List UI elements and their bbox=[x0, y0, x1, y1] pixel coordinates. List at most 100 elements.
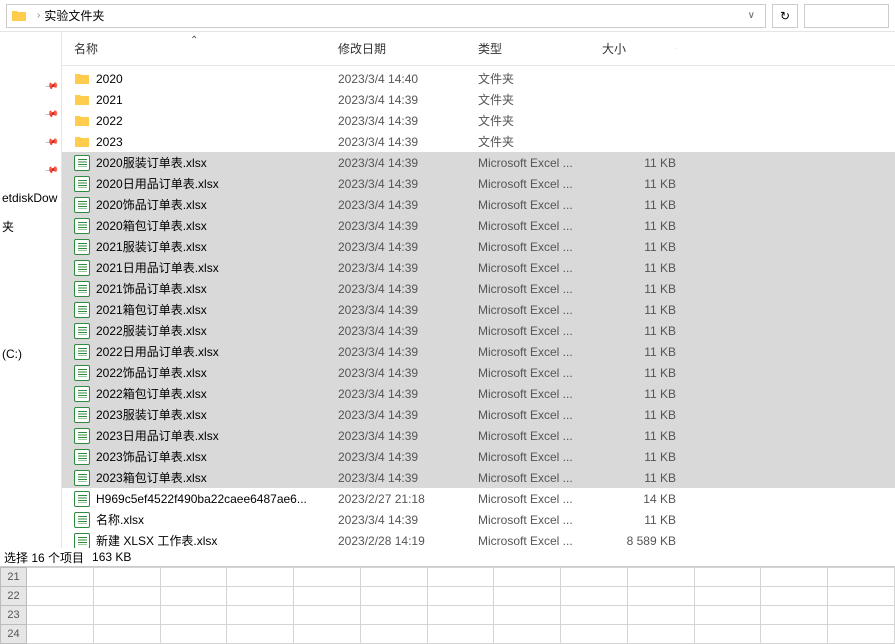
sheet-cell[interactable] bbox=[561, 587, 628, 606]
sheet-cell[interactable] bbox=[694, 587, 761, 606]
breadcrumb-folder[interactable]: 实验文件夹 bbox=[44, 7, 104, 24]
sheet-cell[interactable] bbox=[160, 606, 227, 625]
table-row[interactable]: 20222023/3/4 14:39文件夹 bbox=[62, 110, 895, 131]
sheet-cell[interactable] bbox=[27, 587, 94, 606]
sheet-cell[interactable] bbox=[694, 568, 761, 587]
table-row[interactable]: 2023箱包订单表.xlsx2023/3/4 14:39Microsoft Ex… bbox=[62, 467, 895, 488]
table-row[interactable]: 2021饰品订单表.xlsx2023/3/4 14:39Microsoft Ex… bbox=[62, 278, 895, 299]
sheet-cell[interactable] bbox=[627, 587, 694, 606]
sidebar-item[interactable]: 📌 bbox=[0, 128, 61, 156]
address-dropdown-icon[interactable]: ∨ bbox=[742, 10, 761, 21]
table-row[interactable]: 新建 XLSX 工作表.xlsx2023/2/28 14:19Microsoft… bbox=[62, 530, 895, 550]
sheet-cell[interactable] bbox=[160, 587, 227, 606]
sheet-cell[interactable] bbox=[27, 606, 94, 625]
sheet-cell[interactable] bbox=[360, 587, 427, 606]
table-row[interactable]: 2022饰品订单表.xlsx2023/3/4 14:39Microsoft Ex… bbox=[62, 362, 895, 383]
sheet-cell[interactable] bbox=[294, 568, 361, 587]
sheet-cell[interactable] bbox=[160, 625, 227, 644]
table-row[interactable]: 名称.xlsx2023/3/4 14:39Microsoft Excel ...… bbox=[62, 509, 895, 530]
sheet-cell[interactable] bbox=[360, 606, 427, 625]
table-row[interactable]: 2020服装订单表.xlsx2023/3/4 14:39Microsoft Ex… bbox=[62, 152, 895, 173]
table-row[interactable]: H969c5ef4522f490ba22caee6487ae6...2023/2… bbox=[62, 488, 895, 509]
table-row[interactable]: 20202023/3/4 14:40文件夹 bbox=[62, 68, 895, 89]
sidebar-item[interactable]: etdiskDow bbox=[0, 184, 61, 212]
sheet-cell[interactable] bbox=[160, 568, 227, 587]
sidebar-drive[interactable]: (C:) bbox=[0, 340, 61, 368]
sheet-cell[interactable] bbox=[93, 625, 160, 644]
column-date[interactable]: 修改日期 bbox=[338, 40, 478, 57]
sheet-cell[interactable] bbox=[427, 568, 494, 587]
table-row[interactable]: 2022箱包订单表.xlsx2023/3/4 14:39Microsoft Ex… bbox=[62, 383, 895, 404]
sheet-cell[interactable] bbox=[694, 625, 761, 644]
sheet-cell[interactable] bbox=[27, 625, 94, 644]
sheet-cell[interactable] bbox=[27, 568, 94, 587]
refresh-button[interactable]: ↻ bbox=[772, 4, 798, 28]
sheet-row-header[interactable]: 23 bbox=[1, 606, 27, 625]
sheet-cell[interactable] bbox=[761, 587, 828, 606]
spreadsheet-grid[interactable]: 21222324 bbox=[0, 566, 895, 643]
sheet-cell[interactable] bbox=[227, 568, 294, 587]
cell-name: 2021饰品订单表.xlsx bbox=[96, 280, 338, 297]
table-row[interactable]: 2020箱包订单表.xlsx2023/3/4 14:39Microsoft Ex… bbox=[62, 215, 895, 236]
table-row[interactable]: 2023日用品订单表.xlsx2023/3/4 14:39Microsoft E… bbox=[62, 425, 895, 446]
sheet-cell[interactable] bbox=[627, 606, 694, 625]
sidebar-item[interactable]: 📌 bbox=[0, 100, 61, 128]
search-input[interactable] bbox=[804, 4, 889, 28]
sidebar-item[interactable]: 📌 bbox=[0, 72, 61, 100]
sheet-cell[interactable] bbox=[761, 625, 828, 644]
table-row[interactable]: 2023服装订单表.xlsx2023/3/4 14:39Microsoft Ex… bbox=[62, 404, 895, 425]
column-size[interactable]: 大小 bbox=[602, 40, 676, 57]
table-row[interactable]: 2020日用品订单表.xlsx2023/3/4 14:39Microsoft E… bbox=[62, 173, 895, 194]
column-type[interactable]: 类型 bbox=[478, 40, 602, 57]
sheet-row-header[interactable]: 22 bbox=[1, 587, 27, 606]
table-row[interactable]: 2020饰品订单表.xlsx2023/3/4 14:39Microsoft Ex… bbox=[62, 194, 895, 215]
table-row[interactable]: 2021箱包订单表.xlsx2023/3/4 14:39Microsoft Ex… bbox=[62, 299, 895, 320]
sheet-cell[interactable] bbox=[227, 587, 294, 606]
sidebar-item[interactable]: 📌 bbox=[0, 156, 61, 184]
table-row[interactable]: 2022日用品订单表.xlsx2023/3/4 14:39Microsoft E… bbox=[62, 341, 895, 362]
sheet-cell[interactable] bbox=[93, 606, 160, 625]
sheet-cell[interactable] bbox=[627, 625, 694, 644]
sheet-cell[interactable] bbox=[427, 606, 494, 625]
sheet-cell[interactable] bbox=[694, 606, 761, 625]
sheet-cell[interactable] bbox=[828, 568, 895, 587]
table-row[interactable]: 2021日用品订单表.xlsx2023/3/4 14:39Microsoft E… bbox=[62, 257, 895, 278]
sheet-cell[interactable] bbox=[227, 625, 294, 644]
sheet-cell[interactable] bbox=[561, 625, 628, 644]
sheet-row-header[interactable]: 24 bbox=[1, 625, 27, 644]
sheet-cell[interactable] bbox=[494, 625, 561, 644]
cell-type: Microsoft Excel ... bbox=[478, 303, 602, 317]
sheet-cell[interactable] bbox=[294, 587, 361, 606]
cell-date: 2023/3/4 14:39 bbox=[338, 408, 478, 422]
table-row[interactable]: 20212023/3/4 14:39文件夹 bbox=[62, 89, 895, 110]
table-row[interactable]: 2021服装订单表.xlsx2023/3/4 14:39Microsoft Ex… bbox=[62, 236, 895, 257]
sheet-cell[interactable] bbox=[494, 587, 561, 606]
sheet-cell[interactable] bbox=[828, 587, 895, 606]
sheet-cell[interactable] bbox=[93, 568, 160, 587]
column-name[interactable]: 名称 bbox=[74, 40, 338, 57]
sheet-cell[interactable] bbox=[294, 606, 361, 625]
table-row[interactable]: 20232023/3/4 14:39文件夹 bbox=[62, 131, 895, 152]
address-box[interactable]: › 实验文件夹 ∨ bbox=[6, 4, 766, 28]
sheet-cell[interactable] bbox=[93, 587, 160, 606]
sheet-cell[interactable] bbox=[494, 606, 561, 625]
sidebar-item[interactable]: 夹 bbox=[0, 212, 61, 240]
table-row[interactable]: 2023饰品订单表.xlsx2023/3/4 14:39Microsoft Ex… bbox=[62, 446, 895, 467]
cell-name: 2023日用品订单表.xlsx bbox=[96, 427, 338, 444]
sheet-cell[interactable] bbox=[294, 625, 361, 644]
sheet-cell[interactable] bbox=[427, 587, 494, 606]
sheet-cell[interactable] bbox=[761, 606, 828, 625]
sheet-row-header[interactable]: 21 bbox=[1, 568, 27, 587]
table-row[interactable]: 2022服装订单表.xlsx2023/3/4 14:39Microsoft Ex… bbox=[62, 320, 895, 341]
sheet-cell[interactable] bbox=[561, 606, 628, 625]
sheet-cell[interactable] bbox=[227, 606, 294, 625]
sheet-cell[interactable] bbox=[494, 568, 561, 587]
sheet-cell[interactable] bbox=[627, 568, 694, 587]
sheet-cell[interactable] bbox=[360, 568, 427, 587]
sheet-cell[interactable] bbox=[360, 625, 427, 644]
sheet-cell[interactable] bbox=[561, 568, 628, 587]
sheet-cell[interactable] bbox=[828, 625, 895, 644]
sheet-cell[interactable] bbox=[761, 568, 828, 587]
sheet-cell[interactable] bbox=[427, 625, 494, 644]
sheet-cell[interactable] bbox=[828, 606, 895, 625]
